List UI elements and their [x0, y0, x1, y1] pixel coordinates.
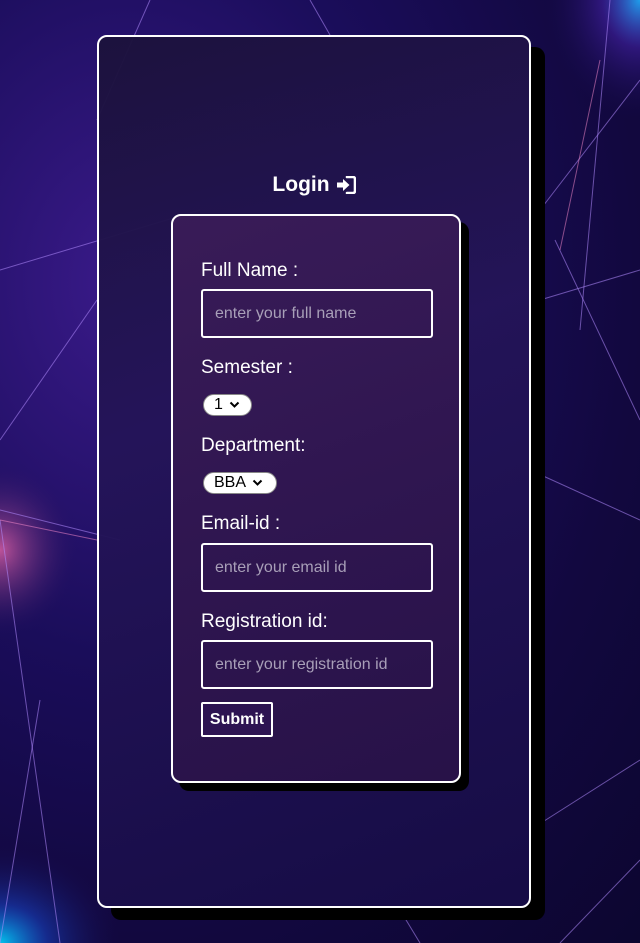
- department-select-value: BBA: [214, 474, 247, 491]
- form-title-text: Login: [272, 173, 330, 196]
- form-panel: Full Name : Semester : 1 Department: BBA…: [171, 214, 461, 783]
- registration-label: Registration id:: [201, 611, 328, 632]
- email-label: Email-id :: [201, 513, 281, 534]
- semester-label: Semester :: [201, 357, 293, 378]
- submit-button[interactable]: Submit: [201, 702, 273, 737]
- email-input[interactable]: [201, 543, 433, 592]
- full-name-input[interactable]: [201, 289, 433, 338]
- login-card: Login Full Name : Semester : 1 Departmen…: [97, 35, 531, 908]
- registration-input[interactable]: [201, 640, 433, 689]
- chevron-down-icon: [252, 474, 263, 492]
- form-title: Login: [99, 173, 529, 197]
- department-label: Department:: [201, 435, 306, 456]
- sign-in-icon: [336, 176, 356, 194]
- semester-select-value: 1: [214, 396, 223, 413]
- department-select[interactable]: BBA: [203, 472, 277, 494]
- semester-select[interactable]: 1: [203, 394, 252, 416]
- full-name-label: Full Name :: [201, 260, 299, 281]
- chevron-down-icon: [229, 396, 240, 414]
